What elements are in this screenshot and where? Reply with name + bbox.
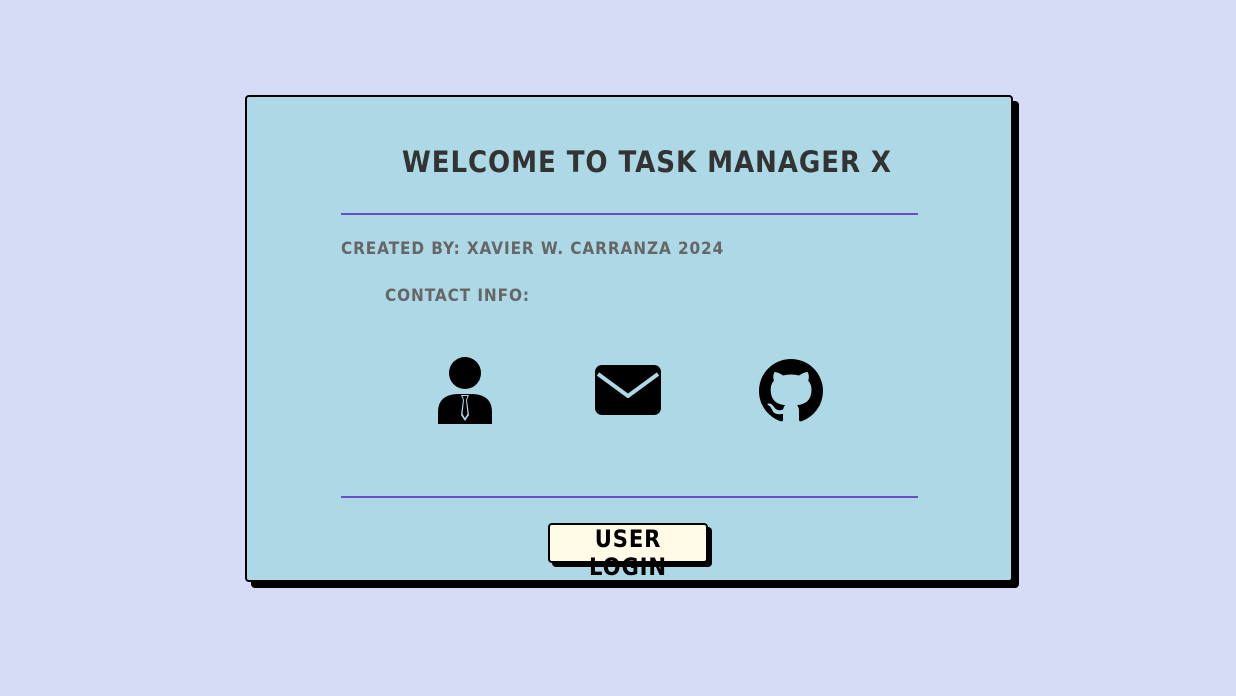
contact-info-label: CONTACT INFO: [385, 286, 530, 306]
user-login-button[interactable]: USER LOGIN [548, 523, 708, 581]
person-icon [438, 357, 492, 424]
user-login-label: USER LOGIN [589, 525, 667, 581]
envelope-icon [595, 365, 661, 415]
person-link[interactable] [435, 357, 495, 425]
github-icon [759, 359, 823, 422]
credits-text: CREATED BY: XAVIER W. CARRANZA 2024 [341, 239, 725, 259]
welcome-card: WELCOME TO TASK MANAGER X CREATED BY: XA… [245, 95, 1013, 582]
top-divider [341, 213, 918, 215]
bottom-divider [341, 496, 918, 498]
email-link[interactable] [595, 365, 661, 415]
page-title: WELCOME TO TASK MANAGER X [402, 145, 892, 179]
github-link[interactable] [759, 359, 823, 423]
